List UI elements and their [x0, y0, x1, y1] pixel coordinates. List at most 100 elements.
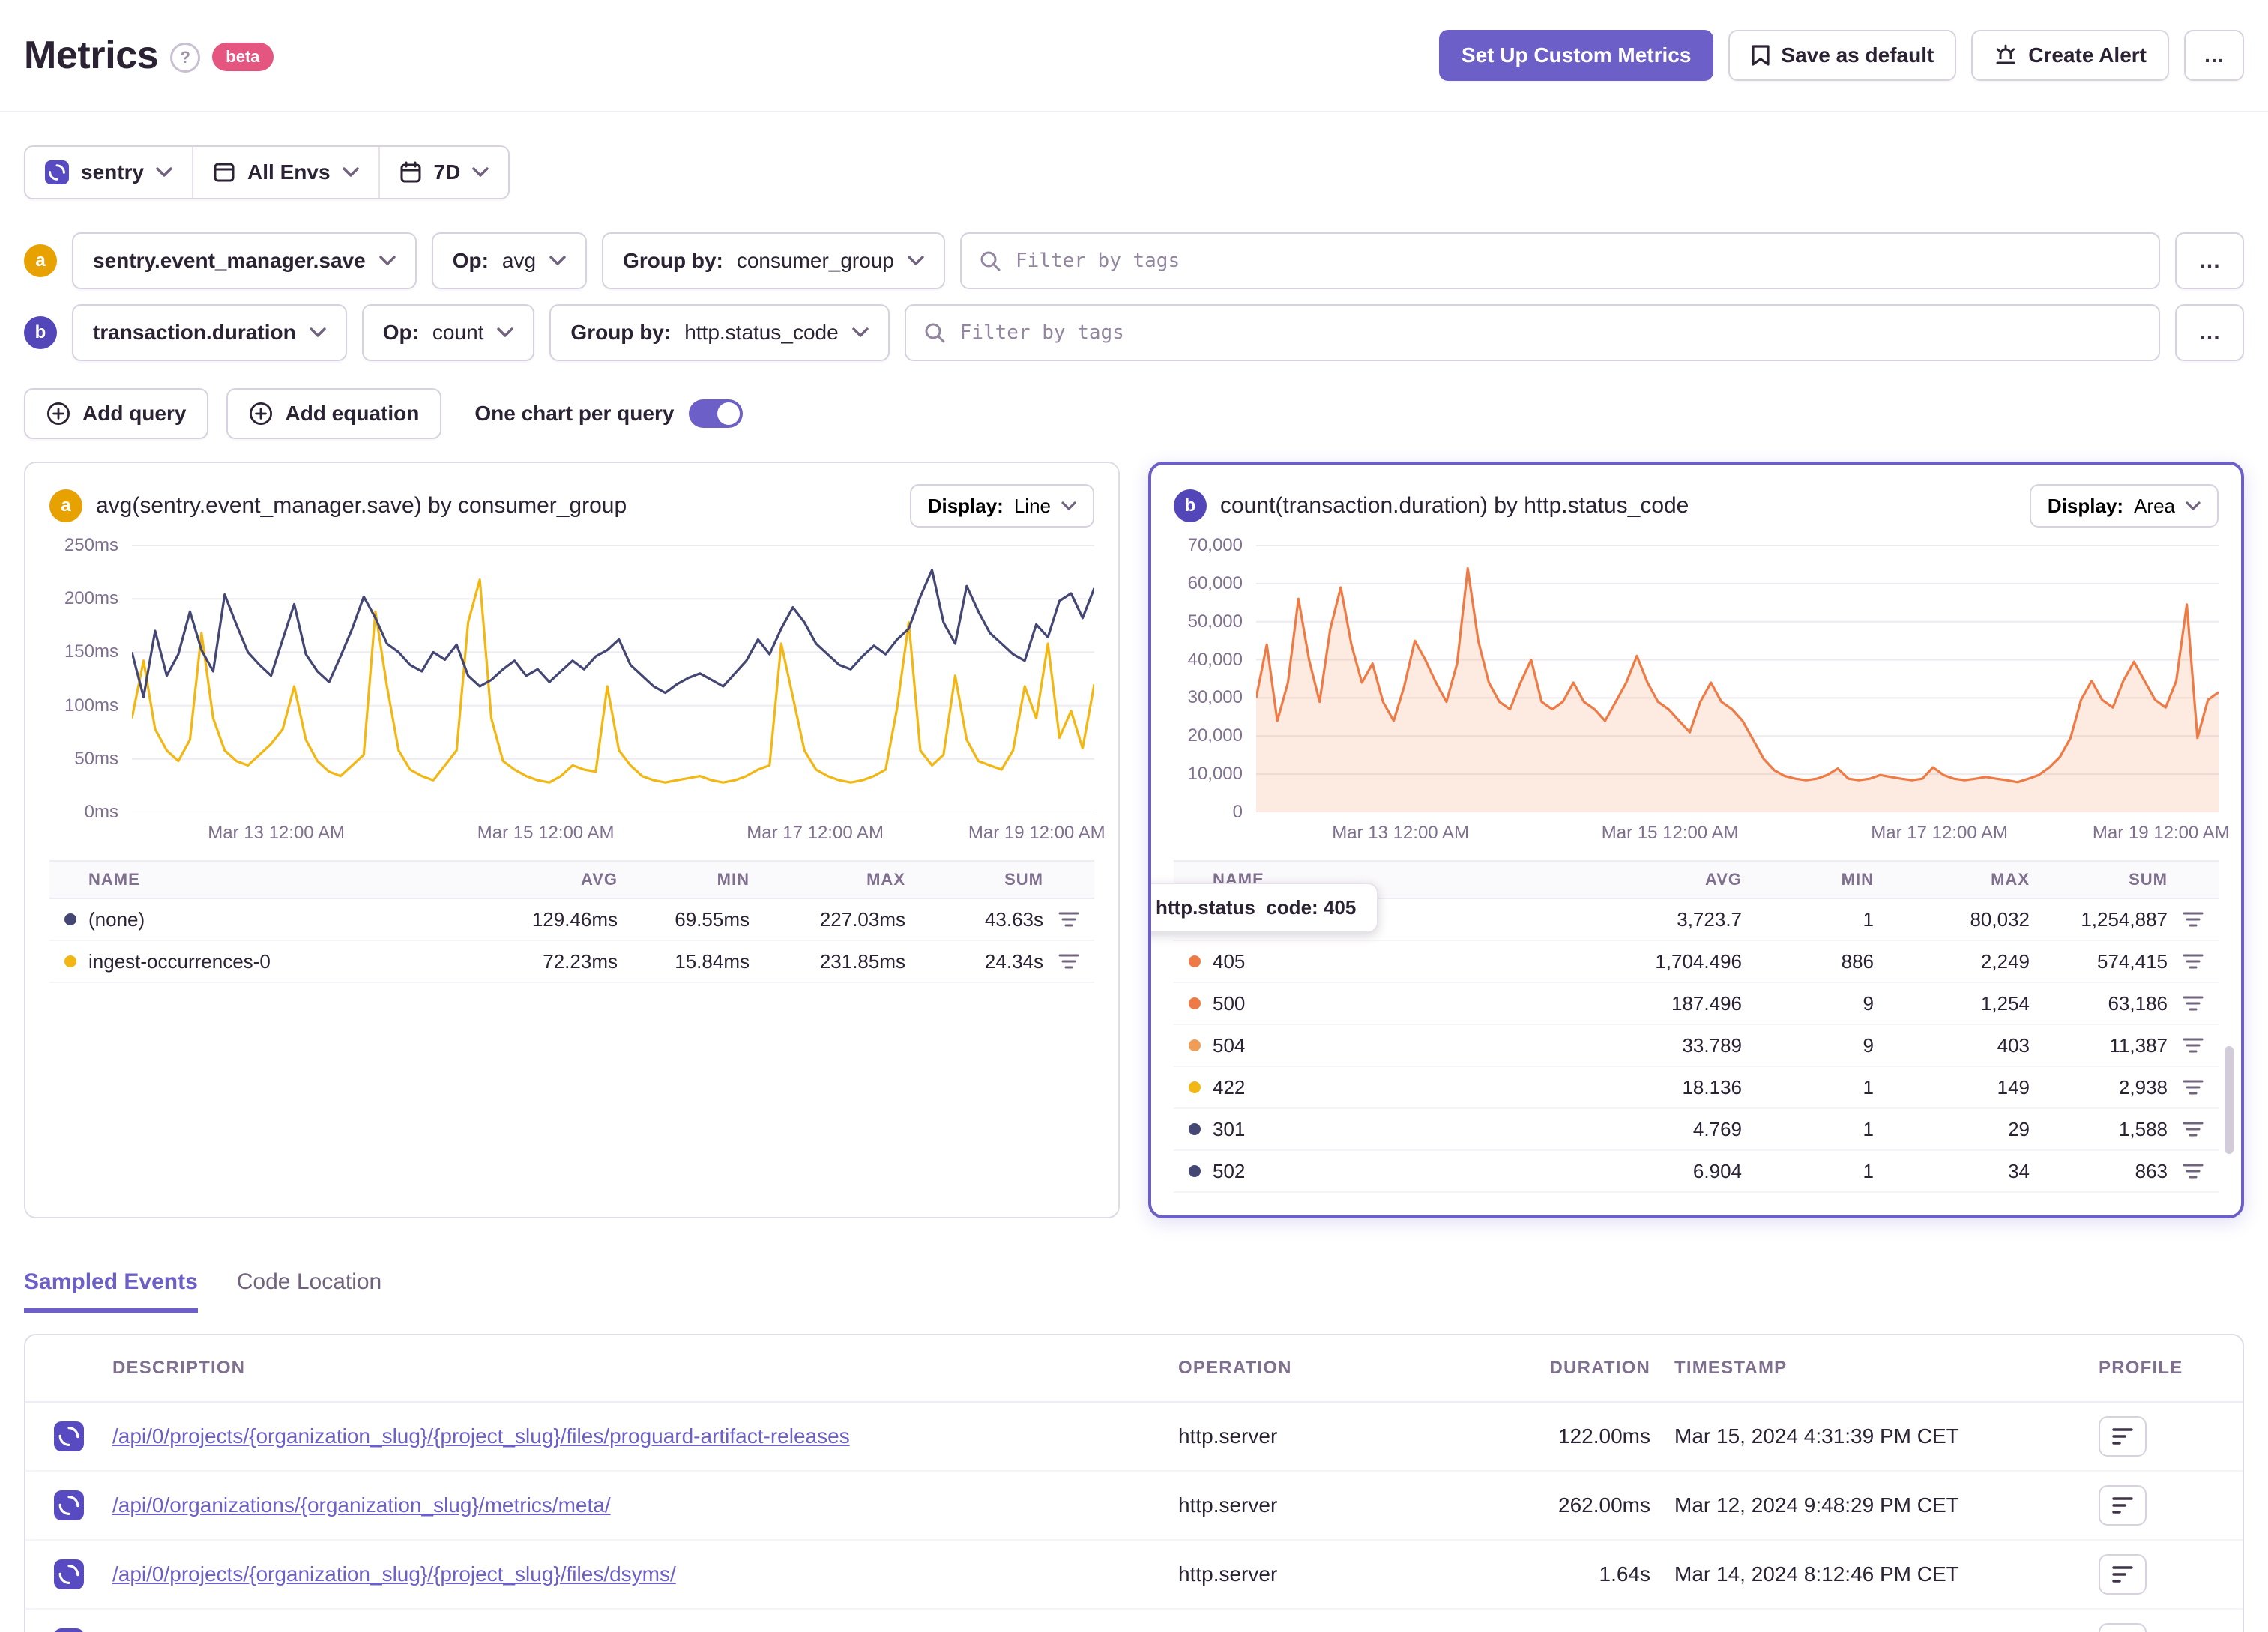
- tab-code-location[interactable]: Code Location: [237, 1269, 381, 1313]
- series-name: (none): [88, 907, 145, 931]
- display-select-a[interactable]: Display: Line: [909, 484, 1094, 528]
- chart-title-b: count(transaction.duration) by http.stat…: [1220, 493, 1689, 518]
- display-select-b[interactable]: Display: Area: [2029, 484, 2219, 528]
- profile-button[interactable]: [2099, 1416, 2147, 1457]
- series-dot: [1174, 1165, 1213, 1177]
- chart-title-a: avg(sentry.event_manager.save) by consum…: [96, 493, 627, 518]
- create-alert-button[interactable]: Create Alert: [1971, 30, 2169, 81]
- event-row: /api/0/organizations/{organization_slug}…: [25, 1610, 2243, 1632]
- y-axis-label: 150ms: [64, 641, 118, 662]
- profile-button[interactable]: [2099, 1485, 2147, 1526]
- chevron-down-icon: [472, 167, 489, 178]
- series-sum: 863: [2135, 1159, 2168, 1182]
- page-filters: sentry All Envs 7D: [24, 145, 2244, 199]
- add-equation-button[interactable]: Add equation: [226, 388, 442, 439]
- display-value: Area: [2134, 494, 2175, 517]
- summary-table-row[interactable]: ingest-occurrences-0 72.23ms 15.84ms 231.85…: [49, 941, 1094, 983]
- op-value: count: [432, 321, 484, 344]
- save-as-default-button[interactable]: Save as default: [1728, 30, 1957, 81]
- environment-select[interactable]: All Envs: [192, 147, 378, 198]
- summary-col-name: NAME: [88, 870, 140, 889]
- summary-table-row[interactable]: (none) 129.46ms 69.55ms 227.03ms 43.63s: [49, 899, 1094, 941]
- summary-table-row[interactable]: 422 18.136 1 149 2,938: [1174, 1067, 2219, 1109]
- group-by-select-a[interactable]: Group by: consumer_group: [602, 232, 945, 289]
- profile-button[interactable]: [2099, 1554, 2147, 1595]
- add-query-button[interactable]: Add query: [24, 388, 209, 439]
- summary-table-row[interactable]: 500 187.496 9 1,254 63,186: [1174, 983, 2219, 1025]
- table-scrollbar[interactable]: [2225, 1046, 2234, 1154]
- project-select-value: sentry: [81, 160, 145, 184]
- row-filter-icon[interactable]: [1043, 911, 1094, 928]
- y-axis-label: 40,000: [1187, 649, 1243, 670]
- chart-card-b[interactable]: b count(transaction.duration) by http.st…: [1148, 462, 2244, 1218]
- date-range-select[interactable]: 7D: [378, 147, 509, 198]
- filter-tags-input-b[interactable]: [956, 320, 2141, 345]
- tab-sampled-events[interactable]: Sampled Events: [24, 1269, 198, 1313]
- plus-circle-icon: [249, 402, 273, 426]
- save-as-default-label: Save as default: [1781, 43, 1934, 67]
- setup-custom-metrics-button[interactable]: Set Up Custom Metrics: [1438, 30, 1714, 81]
- summary-col-sum: SUM: [1004, 870, 1043, 889]
- chart-card-a[interactable]: a avg(sentry.event_manager.save) by cons…: [24, 462, 1120, 1218]
- event-description-link[interactable]: /api/0/organizations/{organization_slug}…: [112, 1493, 1178, 1517]
- page-overflow-menu-button[interactable]: …: [2184, 30, 2244, 81]
- summary-col-max: MAX: [1991, 870, 2030, 889]
- op-select-b[interactable]: Op: count: [361, 304, 535, 361]
- series-name: 301: [1213, 1117, 1246, 1140]
- y-axis-label: 50,000: [1187, 611, 1243, 632]
- chevron-down-icon: [2186, 501, 2201, 510]
- display-label: Display:: [2047, 494, 2124, 517]
- events-table-header: DESCRIPTION OPERATION DURATION TIMESTAMP…: [25, 1335, 2243, 1403]
- summary-table-row[interactable]: 405 1,704.496 886 2,249 574,415: [1174, 941, 2219, 983]
- row-filter-icon[interactable]: [2168, 995, 2219, 1012]
- line-chart-plot[interactable]: [132, 545, 1094, 812]
- event-description-link[interactable]: /api/0/projects/{organization_slug}/{pro…: [112, 1562, 1178, 1586]
- row-filter-icon[interactable]: [2168, 953, 2219, 970]
- one-chart-per-query-toggle[interactable]: [689, 399, 744, 428]
- y-axis: 250ms 200ms 150ms 100ms 50ms 0ms: [49, 537, 132, 821]
- query-overflow-button-a[interactable]: …: [2175, 232, 2244, 289]
- event-operation: http.server: [1178, 1493, 1278, 1517]
- series-min: 1: [1863, 1075, 1874, 1098]
- y-axis-label: 60,000: [1187, 572, 1243, 593]
- metric-name: sentry.event_manager.save: [93, 249, 366, 272]
- summary-table-row[interactable]: 504 33.789 9 403 11,387: [1174, 1025, 2219, 1067]
- chevron-down-icon: [908, 256, 924, 266]
- ellipsis-icon: …: [2198, 320, 2221, 345]
- row-filter-icon[interactable]: [2168, 1163, 2219, 1179]
- project-select[interactable]: sentry: [25, 147, 193, 198]
- help-icon[interactable]: ?: [170, 43, 201, 73]
- row-filter-icon[interactable]: [2168, 1037, 2219, 1054]
- metrics-page: Metrics ? beta Set Up Custom Metrics Sav…: [0, 0, 2268, 1632]
- metric-select-b[interactable]: transaction.duration: [72, 304, 347, 361]
- row-filter-icon[interactable]: [2168, 1121, 2219, 1137]
- row-filter-icon[interactable]: [1043, 953, 1094, 970]
- series-min: 15.84ms: [675, 949, 750, 973]
- metric-select-a[interactable]: sentry.event_manager.save: [72, 232, 417, 289]
- chevron-down-icon: [156, 167, 172, 178]
- bookmark-icon: [1751, 44, 1770, 67]
- col-profile: PROFILE: [2099, 1358, 2183, 1378]
- query-overflow-button-b[interactable]: …: [2175, 304, 2244, 361]
- summary-table-row[interactable]: 301 4.769 1 29 1,588: [1174, 1109, 2219, 1151]
- series-avg: 4.769: [1692, 1117, 1742, 1140]
- series-max: 1,254: [1980, 991, 2030, 1015]
- profile-icon: [2111, 1565, 2134, 1584]
- op-label: Op:: [452, 249, 489, 272]
- area-chart-plot[interactable]: [1256, 545, 2219, 812]
- charts-area: a avg(sentry.event_manager.save) by cons…: [24, 462, 2244, 1218]
- row-filter-icon[interactable]: [2168, 911, 2219, 928]
- series-min: 1: [1863, 1159, 1874, 1182]
- line-chart-svg: [132, 545, 1094, 812]
- filter-tags-field-b: [904, 304, 2160, 361]
- event-description-link[interactable]: /api/0/projects/{organization_slug}/{pro…: [112, 1424, 1178, 1448]
- series-min: 1: [1863, 907, 1874, 931]
- op-select-a[interactable]: Op: avg: [431, 232, 588, 289]
- profile-button[interactable]: [2099, 1623, 2147, 1632]
- add-equation-label: Add equation: [285, 402, 420, 425]
- summary-table-row[interactable]: 502 6.904 1 34 863: [1174, 1151, 2219, 1193]
- group-by-select-b[interactable]: Group by: http.status_code: [549, 304, 890, 361]
- filter-tags-input-a[interactable]: [1012, 248, 2141, 273]
- query-row-a: a sentry.event_manager.save Op: avg Grou…: [24, 232, 2244, 289]
- row-filter-icon[interactable]: [2168, 1079, 2219, 1095]
